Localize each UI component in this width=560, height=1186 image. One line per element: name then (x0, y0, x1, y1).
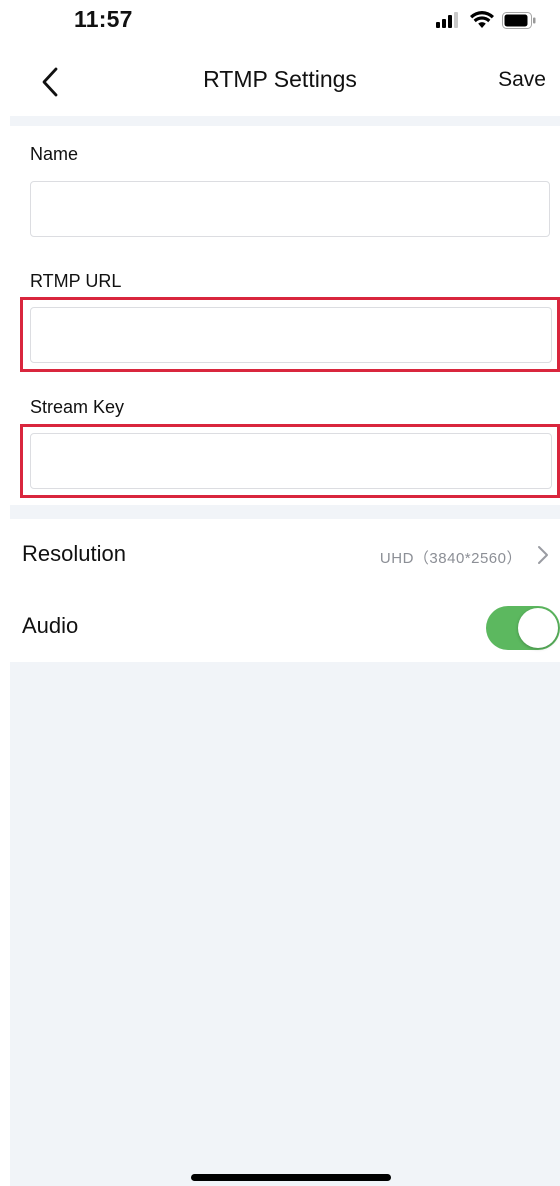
page-title: RTMP Settings (203, 66, 357, 92)
home-indicator (191, 1174, 391, 1181)
save-button[interactable]: Save (498, 68, 546, 92)
name-input[interactable] (30, 181, 550, 237)
screen: 11:57 RTMP Settings Save Name RTMP URL S… (0, 0, 560, 1186)
rtmp-url-label: RTMP URL (30, 271, 122, 291)
empty-content-area (10, 662, 560, 1186)
signal-icon (436, 12, 458, 28)
name-label: Name (30, 144, 79, 164)
nav-bar: RTMP Settings Save (0, 44, 560, 118)
stream-key-input[interactable] (30, 433, 552, 489)
status-icons (436, 10, 536, 30)
section-divider (10, 505, 560, 519)
status-bar: 11:57 (0, 0, 560, 44)
audio-row: Audio (0, 591, 560, 663)
status-time: 11:57 (74, 6, 133, 32)
resolution-label: Resolution (22, 541, 126, 566)
audio-toggle[interactable] (486, 606, 560, 650)
rtmp-url-input[interactable] (30, 307, 552, 363)
resolution-row[interactable]: Resolution UHD（3840*2560） (0, 519, 560, 591)
audio-label: Audio (22, 613, 79, 638)
section-divider (10, 116, 560, 126)
toggle-knob (518, 608, 558, 648)
chevron-right-icon (538, 546, 548, 564)
stream-key-label: Stream Key (30, 397, 125, 417)
battery-icon (502, 11, 536, 29)
wifi-icon (470, 11, 494, 28)
resolution-value: UHD（3840*2560） (379, 550, 522, 567)
